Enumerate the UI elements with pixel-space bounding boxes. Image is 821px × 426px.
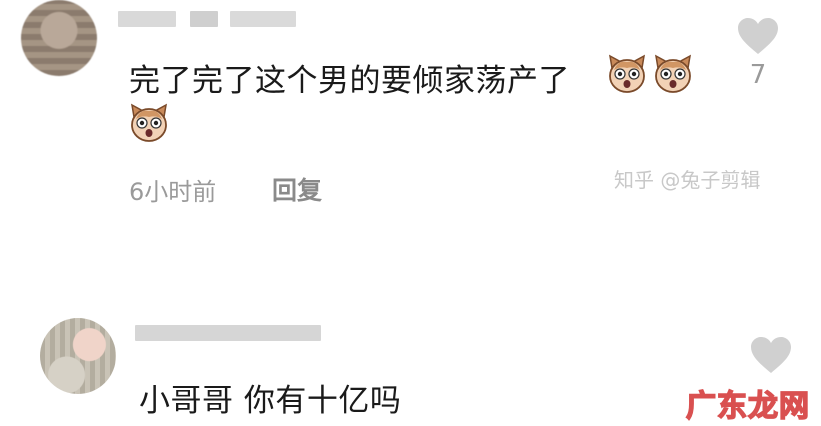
dog-face-emoji [609, 54, 645, 93]
avatar[interactable] [40, 318, 116, 394]
like-button[interactable]: 7 [736, 16, 780, 96]
comment-timestamp: 6小时前 [129, 178, 217, 206]
avatar[interactable] [21, 0, 97, 76]
heart-icon [751, 337, 791, 373]
dog-face-emoji [655, 54, 691, 93]
comment-text: 完了完了这个男的要倾家荡产了 [129, 63, 570, 99]
site-watermark: 广东龙网 [685, 388, 810, 425]
comment-text: 小哥哥 你有十亿吗 [139, 383, 402, 419]
like-count: 7 [749, 60, 767, 90]
reply-button[interactable]: 回复 [272, 171, 322, 207]
username-blurred[interactable] [118, 11, 298, 27]
zhihu-watermark: 知乎 @兔子剪辑 [614, 168, 761, 192]
like-button[interactable] [749, 335, 793, 375]
heart-icon [738, 18, 778, 54]
username-blurred[interactable] [135, 325, 325, 341]
dog-face-emoji [131, 103, 167, 142]
